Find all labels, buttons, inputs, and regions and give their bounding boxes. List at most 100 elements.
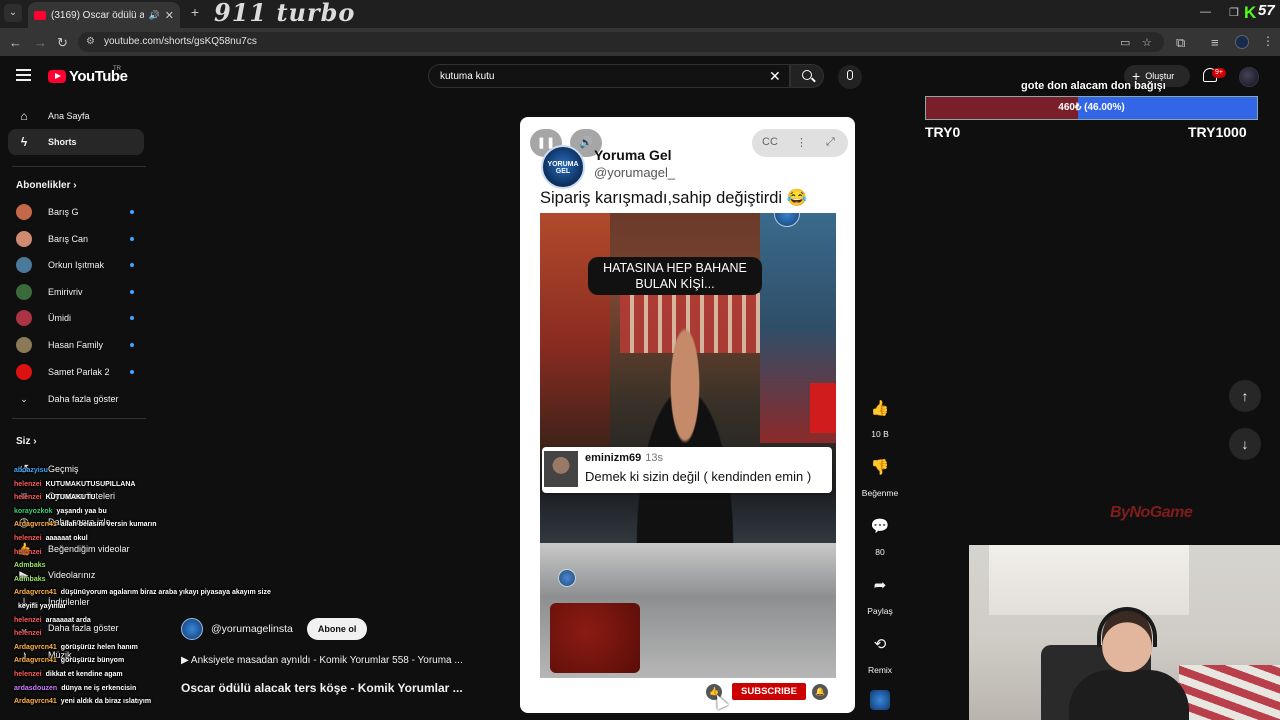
captions-icon[interactable]: CC [762, 136, 778, 148]
previous-short-button[interactable]: ↑ [1229, 380, 1261, 412]
divider [12, 166, 146, 167]
browser-tab[interactable]: (3169) Oscar ödülü alacak t... 🔊 ✕ [28, 2, 180, 28]
sidebar-item-label: Ana Sayfa [48, 111, 90, 121]
owner-avatar[interactable] [181, 618, 203, 640]
shorts-player[interactable]: ❚❚ 🔊 CC ⋮ ⤢ YORUMA GEL Yoruma Gel @yorum… [520, 117, 855, 713]
subscription-item[interactable]: Barış G [8, 200, 144, 224]
owner-name[interactable]: @yorumagelinsta [211, 623, 293, 635]
channel-logo-text: YORUMA GEL [547, 161, 579, 175]
bookmark-star-icon[interactable]: ☆ [1142, 36, 1152, 49]
bell-icon: 🔔 [812, 684, 828, 700]
next-short-button[interactable]: ↓ [1229, 428, 1261, 460]
comment-username: eminizm69 [585, 452, 642, 464]
subscription-item[interactable]: Emirivriv [8, 280, 144, 304]
account-avatar[interactable] [1239, 67, 1259, 87]
guide-menu-icon[interactable] [16, 69, 31, 81]
donation-goal-min: TRY0 [925, 124, 961, 140]
new-content-dot [130, 369, 134, 374]
forward-icon[interactable]: → [34, 35, 47, 50]
browser-menu-icon[interactable]: ⋮ [1262, 34, 1274, 48]
subscriptions-header-label: Abonelikler [16, 180, 71, 191]
cast-icon[interactable]: ▭ [1120, 36, 1130, 49]
minimize-button[interactable]: — [1200, 6, 1211, 18]
channel-avatar [16, 363, 32, 380]
new-content-dot [130, 343, 134, 347]
sound-thumbnail[interactable] [870, 690, 890, 710]
subscriptions-header[interactable]: Abonelikler › [16, 180, 77, 191]
reading-list-icon[interactable]: ≡ [1211, 35, 1219, 50]
voice-search-button[interactable] [838, 65, 862, 89]
tab-search-button[interactable]: ⌄ [4, 4, 22, 22]
you-header[interactable]: Siz › [16, 436, 37, 447]
chat-message: keyifli yayınlar [14, 603, 66, 610]
comments-button[interactable]: 💬 [863, 510, 897, 544]
comment-time: 13s [645, 452, 663, 464]
chat-username: helenzei [14, 671, 42, 678]
subscription-item[interactable]: Orkun Işıtmak [8, 253, 144, 277]
more-options-icon[interactable]: ⋮ [796, 136, 807, 149]
tab-audio-icon[interactable]: 🔊 [149, 10, 160, 21]
subscription-name: Hasan Family [48, 340, 104, 350]
remix-button[interactable]: ⟲ [863, 628, 897, 662]
chat-message: helenzei dikkat et kendine agam [14, 671, 123, 678]
subscription-item[interactable]: Samet Parlak 2 [8, 360, 144, 384]
video-scene-food [550, 603, 640, 673]
like-button[interactable]: 👍 [863, 392, 897, 426]
browser-profile-avatar[interactable] [1235, 35, 1249, 49]
chat-username: helenzei [14, 494, 42, 502]
chat-message: helenzei araaaaat arda [14, 617, 91, 624]
search-input[interactable]: kutuma kutu ✕ [428, 64, 790, 88]
address-bar[interactable]: ⚙ youtube.com/shorts/gsKQ58nu7cs ▭ ☆ [78, 32, 1164, 52]
back-icon[interactable]: ← [9, 35, 22, 50]
share-label: Paylaş [867, 606, 893, 616]
chat-message: helenzei aaaaaat okul [14, 535, 88, 542]
fullscreen-icon[interactable]: ⤢ [826, 136, 835, 149]
chat-username: Admbaks [14, 562, 46, 570]
webcam-bed [1179, 665, 1280, 720]
comment-count: 80 [875, 547, 885, 557]
youtube-favicon-icon [34, 10, 46, 20]
share-button[interactable]: ➦ [863, 569, 897, 603]
subscription-name: Orkun Işıtmak [48, 260, 105, 271]
chat-text: aaaaaat okul [45, 535, 88, 542]
streamer-webcam [969, 545, 1280, 720]
browser-tab-bar: ⌄ (3169) Oscar ödülü alacak t... 🔊 ✕ + 9… [0, 0, 1280, 28]
video-overlay-title: HATASINA HEP BAHANE BULAN KİŞİ... [588, 257, 762, 295]
sidebar-item-home[interactable]: ⌂ Ana Sayfa [8, 103, 144, 129]
restore-button[interactable]: ❐ [1229, 6, 1239, 19]
subscription-item[interactable]: Ümidi [8, 306, 144, 330]
search-button[interactable] [790, 64, 824, 88]
sidebar-item-shorts[interactable]: ϟ Shorts [8, 129, 144, 155]
show-more-button[interactable]: ⌄ Daha fazla göster [8, 387, 144, 411]
tab-close-icon[interactable]: ✕ [165, 9, 174, 22]
new-content-dot [130, 236, 134, 241]
chat-message: Ardagvrcn41 allah belasını versin kumarın [14, 521, 157, 528]
site-info-icon[interactable]: ⚙ [86, 36, 95, 47]
chat-text: allah belasını versin kumarın [60, 521, 157, 529]
kick-logo-icon: K [1244, 3, 1257, 22]
sidebar-item-label: Shorts [48, 137, 77, 147]
show-more-label: Daha fazla göster [48, 394, 119, 404]
subscription-item[interactable]: Hasan Family [8, 333, 144, 357]
remix-label: Remix [867, 665, 893, 675]
video-frame[interactable]: HATASINA HEP BAHANE BULAN KİŞİ... [540, 213, 836, 678]
chat-text: KUTUMAKUTU [45, 494, 96, 502]
url-text[interactable]: youtube.com/shorts/gsKQ58nu7cs [104, 36, 257, 47]
new-tab-button[interactable]: + [188, 5, 202, 19]
video-subscribe-row: 👍 SUBSCRIBE 🔔 [706, 682, 836, 700]
related-video-link[interactable]: ▶ Anksiyete masadan aynıldı - Komik Yoru… [181, 655, 463, 666]
chat-message: Ardagvrcn41 yeni aldık da biraz ıslatıyım [14, 698, 151, 705]
player-right-controls: CC ⋮ ⤢ [752, 129, 848, 157]
clear-search-icon[interactable]: ✕ [769, 68, 781, 85]
reload-icon[interactable]: ↻ [57, 35, 68, 51]
chat-message: helenzei [14, 549, 46, 556]
subscription-item[interactable]: Barış Can [8, 227, 144, 251]
chat-username: Ardagvrcn41 [14, 521, 57, 529]
dislike-button[interactable]: 👎 [863, 451, 897, 485]
chat-username: helenzei [14, 630, 42, 638]
chat-text: yaşandı yaa bu [56, 507, 107, 515]
extensions-icon[interactable]: ⧉ [1176, 35, 1185, 51]
chat-username: ardasdouzen [14, 684, 58, 692]
search-query[interactable]: kutuma kutu [440, 71, 494, 82]
subscribe-button[interactable]: Abone ol [306, 618, 368, 640]
